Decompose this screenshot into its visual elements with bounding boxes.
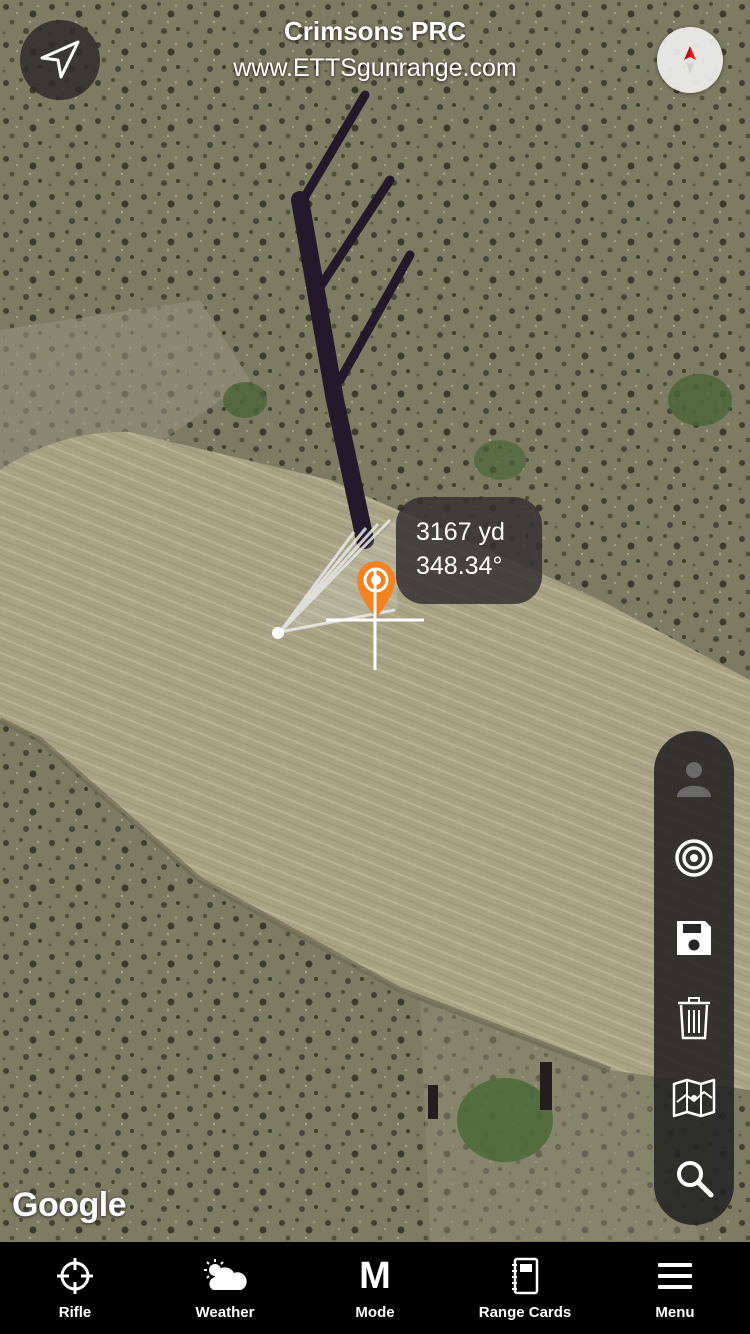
tab-menu[interactable]: Menu bbox=[600, 1242, 750, 1334]
distance-bearing-readout: 3167 yd 348.34° bbox=[396, 497, 542, 604]
map-type-button[interactable] bbox=[654, 1063, 734, 1133]
map-icon bbox=[672, 1078, 716, 1118]
notebook-icon bbox=[512, 1257, 539, 1295]
range-title: Crimsons PRC bbox=[283, 16, 467, 46]
person-icon bbox=[677, 762, 711, 797]
app-screen: Crimsons PRC www.ETTSgunrange.com 3167 y… bbox=[0, 0, 750, 1334]
search-button[interactable] bbox=[654, 1143, 734, 1213]
weather-icon bbox=[204, 1259, 247, 1290]
bottom-tab-bar: Rifle Weather M Mode Range Cards Menu bbox=[0, 1242, 750, 1334]
target-button[interactable] bbox=[654, 823, 734, 893]
trash-icon bbox=[678, 997, 710, 1040]
bearing-value: 348.34° bbox=[416, 552, 503, 580]
search-icon bbox=[677, 1161, 714, 1198]
tab-weather-label: Weather bbox=[195, 1304, 255, 1321]
locate-button[interactable] bbox=[20, 20, 100, 100]
crosshair-icon bbox=[57, 1258, 93, 1294]
save-icon bbox=[677, 921, 711, 955]
target-icon bbox=[675, 839, 713, 877]
profile-button[interactable] bbox=[654, 743, 734, 813]
tab-weather[interactable]: Weather bbox=[150, 1242, 300, 1334]
tab-range-cards[interactable]: Range Cards bbox=[450, 1242, 600, 1334]
compass-icon bbox=[684, 46, 696, 74]
tab-rifle-label: Rifle bbox=[58, 1304, 92, 1321]
compass-button[interactable] bbox=[657, 27, 723, 93]
mode-icon: M bbox=[359, 1255, 391, 1297]
tab-mode-label: Mode bbox=[355, 1304, 395, 1321]
map-toolbar bbox=[654, 731, 734, 1225]
delete-button[interactable] bbox=[654, 983, 734, 1053]
tab-rifle[interactable]: Rifle bbox=[0, 1242, 150, 1334]
distance-value: 3167 yd bbox=[416, 518, 505, 546]
tab-mode[interactable]: M Mode bbox=[300, 1242, 450, 1334]
location-arrow-icon bbox=[40, 40, 80, 79]
save-button[interactable] bbox=[654, 903, 734, 973]
menu-icon bbox=[658, 1263, 692, 1289]
google-logo: Google bbox=[12, 1186, 127, 1224]
tab-range-cards-label: Range Cards bbox=[478, 1304, 572, 1321]
range-url[interactable]: www.ETTSgunrange.com bbox=[150, 54, 600, 83]
tab-menu-label: Menu bbox=[655, 1304, 695, 1321]
satellite-map[interactable] bbox=[0, 0, 750, 1242]
